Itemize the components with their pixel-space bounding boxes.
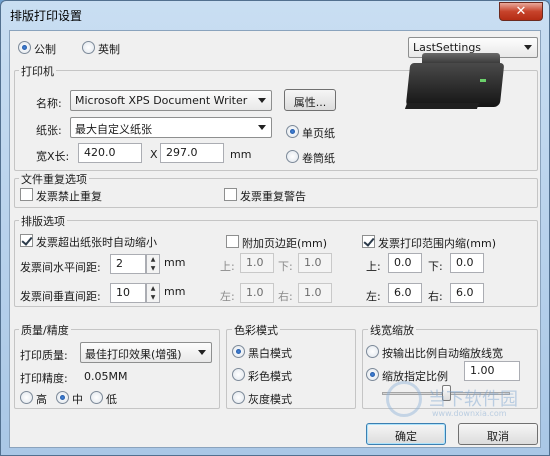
layout-group-label: 排版选项	[19, 213, 67, 229]
watermark-subtext: www.downxia.com	[432, 409, 507, 418]
watermark-text: 当下软件园	[428, 389, 518, 410]
page-margin-label: 附加页边距(mm)	[242, 237, 328, 250]
title-bar: 排版打印设置 ✕	[1, 1, 549, 29]
auto-shrink-label: 发票超出纸张时自动缩小	[36, 236, 157, 249]
printer-group-label: 打印机	[19, 63, 56, 79]
precision-label: 打印精度:	[20, 372, 68, 385]
paper-length-input[interactable]: 297.0	[160, 143, 224, 163]
quality-select[interactable]: 最佳打印效果(增强)	[80, 342, 212, 363]
print-shrink-checkbox[interactable]	[362, 235, 375, 248]
h-spacing-spinner[interactable]: ▲ ▼	[146, 254, 160, 274]
warn-repeat-checkbox[interactable]	[224, 188, 237, 201]
warn-repeat-label: 发票重复警告	[240, 190, 306, 203]
pm-bottom-label: 下:	[278, 260, 293, 273]
ps-left-input[interactable]: 6.0	[388, 283, 422, 303]
color-mode-radio[interactable]	[232, 368, 245, 381]
pm-right-label: 右:	[278, 290, 293, 303]
gray-mode-radio[interactable]	[232, 391, 245, 404]
chevron-down-icon	[524, 45, 532, 50]
print-settings-window: 排版打印设置 ✕ 公制 英制 LastSettings 打印机 名称: Micr…	[0, 0, 550, 456]
repeat-group-label: 文件重复选项	[19, 171, 89, 187]
paper-size-unit: mm	[230, 148, 252, 161]
forbid-repeat-label: 发票禁止重复	[36, 190, 102, 203]
pm-right-input[interactable]: 1.0	[298, 283, 332, 303]
imperial-label: 英制	[98, 43, 120, 56]
bw-mode-radio[interactable]	[232, 345, 245, 358]
printer-name-value: Microsoft XPS Document Writer	[75, 94, 248, 107]
precision-high-label: 高	[36, 393, 47, 406]
quality-value: 最佳打印效果(增强)	[85, 348, 182, 361]
page-margin-checkbox[interactable]	[226, 235, 239, 248]
v-spacing-unit: mm	[164, 285, 186, 298]
printer-properties-button[interactable]: 属性...	[284, 89, 336, 111]
paper-label: 纸张:	[36, 124, 62, 137]
chevron-down-icon	[198, 350, 206, 355]
auto-linewidth-label: 按输出比例自动缩放线宽	[382, 347, 503, 360]
paper-width-input[interactable]: 420.0	[78, 143, 142, 163]
pm-left-label: 左:	[220, 290, 235, 303]
printer-name-label: 名称:	[36, 97, 62, 110]
color-group-label: 色彩模式	[232, 322, 280, 338]
forbid-repeat-checkbox[interactable]	[20, 188, 33, 201]
precision-low-label: 低	[106, 393, 117, 406]
v-spacing-label: 发票间垂直间距:	[20, 290, 101, 303]
pm-left-input[interactable]: 1.0	[240, 283, 274, 303]
chevron-down-icon	[258, 125, 266, 130]
gray-mode-label: 灰度模式	[248, 393, 292, 406]
pm-top-label: 上:	[220, 260, 235, 273]
cancel-button[interactable]: 取消	[458, 423, 538, 445]
precision-low-radio[interactable]	[90, 391, 103, 404]
pm-top-input[interactable]: 1.0	[240, 253, 274, 273]
ok-button[interactable]: 确定	[366, 423, 446, 445]
ps-bottom-input[interactable]: 0.0	[450, 253, 484, 273]
precision-mid-label: 中	[72, 393, 83, 406]
watermark-shield-icon	[386, 381, 422, 417]
auto-linewidth-radio[interactable]	[366, 345, 379, 358]
print-shrink-label: 发票打印范围内缩(mm)	[378, 237, 497, 250]
precision-mid-radio[interactable]	[56, 391, 69, 404]
bw-mode-label: 黑白模式	[248, 347, 292, 360]
precision-high-radio[interactable]	[20, 391, 33, 404]
roll-paper-radio[interactable]	[286, 150, 299, 163]
h-spacing-unit: mm	[164, 256, 186, 269]
quality-label: 打印质量:	[20, 349, 68, 362]
ps-top-label: 上:	[366, 260, 381, 273]
pm-bottom-input[interactable]: 1.0	[298, 253, 332, 273]
ps-bottom-label: 下:	[428, 260, 443, 273]
color-mode-label: 彩色模式	[248, 370, 292, 383]
linewidth-group-label: 线宽缩放	[368, 322, 416, 338]
paper-size-label: 宽X长:	[36, 150, 70, 163]
v-spacing-input[interactable]: 10	[110, 283, 146, 303]
ps-right-label: 右:	[428, 290, 443, 303]
dialog-client: 公制 英制 LastSettings 打印机 名称: Microsoft XPS…	[9, 30, 541, 448]
chevron-down-icon	[258, 98, 266, 103]
paper-value: 最大自定义纸张	[75, 123, 152, 136]
ps-top-input[interactable]: 0.0	[388, 253, 422, 273]
paper-select[interactable]: 最大自定义纸张	[70, 117, 272, 138]
close-button[interactable]: ✕	[499, 2, 543, 21]
printer-name-select[interactable]: Microsoft XPS Document Writer	[70, 90, 272, 111]
single-sheet-radio[interactable]	[286, 125, 299, 138]
watermark-logo: 当下软件园 www.downxia.com	[378, 377, 538, 427]
size-x-label: X	[150, 148, 158, 161]
window-title: 排版打印设置	[10, 9, 83, 23]
v-spacing-spinner[interactable]: ▲ ▼	[146, 283, 160, 303]
metric-label: 公制	[34, 43, 56, 56]
h-spacing-input[interactable]: 2	[110, 254, 146, 274]
imperial-radio[interactable]	[82, 41, 95, 54]
ps-left-label: 左:	[366, 290, 381, 303]
precision-value: 0.05MM	[84, 370, 128, 383]
single-sheet-label: 单页纸	[302, 127, 335, 140]
h-spacing-label: 发票间水平间距:	[20, 261, 101, 274]
ps-right-input[interactable]: 6.0	[450, 283, 484, 303]
metric-radio[interactable]	[18, 41, 31, 54]
auto-shrink-checkbox[interactable]	[20, 234, 33, 247]
roll-paper-label: 卷筒纸	[302, 152, 335, 165]
quality-group-label: 质量/精度	[19, 322, 71, 338]
